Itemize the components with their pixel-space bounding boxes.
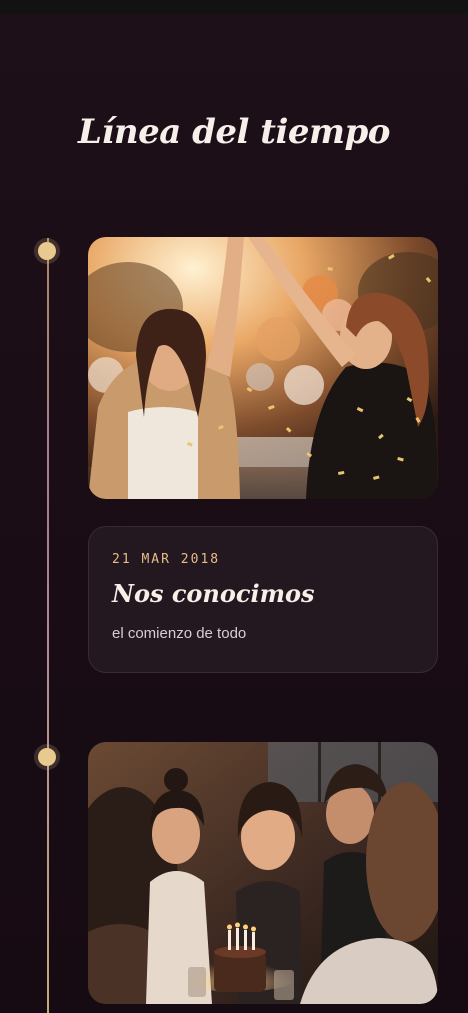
- timeline-dot-icon: [38, 748, 56, 766]
- event-photo-celebration[interactable]: [88, 237, 438, 499]
- status-bar: [0, 0, 468, 14]
- event-subtitle: el comienzo de todo: [112, 625, 247, 642]
- timeline-dot-icon: [38, 242, 56, 260]
- event-card[interactable]: 21 MAR 2018 Nos conocimos el comienzo de…: [88, 526, 438, 673]
- page-title: Línea del tiempo: [78, 112, 390, 152]
- event-date: 21 MAR 2018: [112, 552, 221, 567]
- timeline-rail: [47, 238, 49, 1013]
- event-title: Nos conocimos: [112, 579, 315, 608]
- timeline-screen: Línea del tiempo 21 MAR 2018 Nos conocim…: [0, 0, 468, 1013]
- event-photo-birthday[interactable]: [88, 742, 438, 1004]
